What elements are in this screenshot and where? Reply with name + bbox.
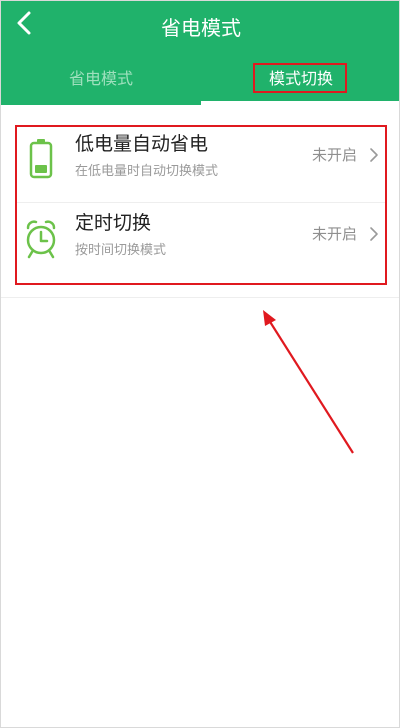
header-bar: 省电模式 省电模式 模式切换 xyxy=(1,1,399,105)
annotation-highlight-list xyxy=(15,125,387,285)
annotation-highlight-tab xyxy=(253,63,347,93)
active-tab-indicator xyxy=(201,101,399,105)
divider xyxy=(1,297,399,298)
annotation-arrow-icon xyxy=(263,310,354,454)
screen: 省电模式 省电模式 模式切换 低电量自动省电 在低电量时自动切换模式 未开启 定… xyxy=(0,0,400,728)
tab-power-saving-mode[interactable]: 省电模式 xyxy=(1,59,201,105)
page-title: 省电模式 xyxy=(161,16,241,40)
